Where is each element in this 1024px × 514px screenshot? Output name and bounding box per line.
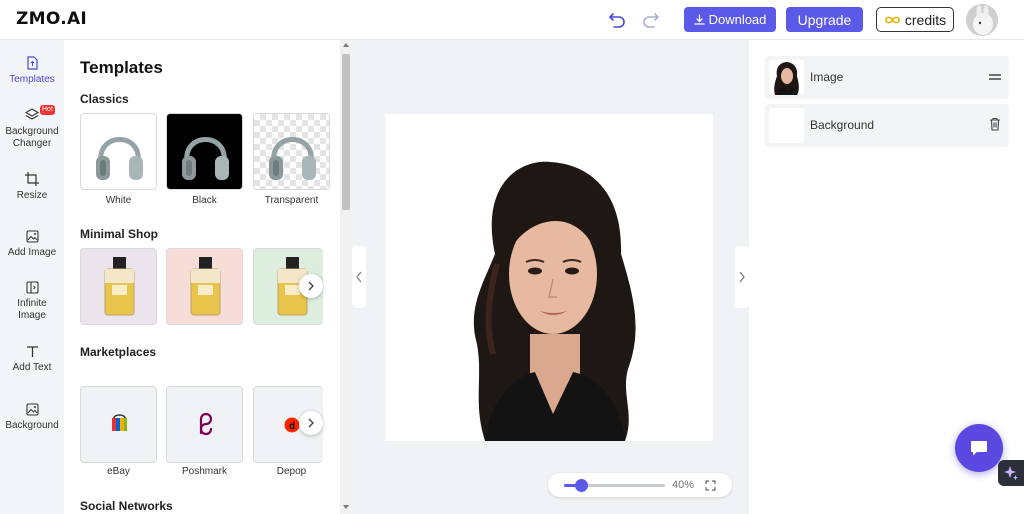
zoom-slider-handle[interactable] [574,479,588,492]
chevron-left-icon [356,271,362,283]
template-label: Black [192,195,217,206]
tool-infinite-image-label: Infinite Image [17,298,47,321]
drag-handle-icon[interactable] [989,73,1001,81]
zoom-control: 40% [548,473,732,497]
chevron-right-icon [308,281,314,291]
layer-item-background[interactable]: Background [765,104,1009,147]
text-icon [26,346,38,357]
perfume-image [104,257,135,316]
background-icon [25,403,39,416]
template-label: Depop [276,466,307,477]
tool-add-text[interactable]: Add Text [0,345,64,374]
template-label: eBay [107,466,130,477]
chevron-right-icon [739,271,745,283]
download-icon [693,14,705,25]
section-title-classics: Classics [80,92,129,106]
layer-name: Background [810,118,875,132]
marketplaces-next-button[interactable] [299,411,323,435]
zoom-level: 40% [672,479,695,491]
sparkle-icon [1004,466,1018,481]
section-title-social-networks: Social Networks [80,499,173,513]
layer-thumbnail [769,60,804,95]
template-ebay[interactable] [80,386,157,463]
fullscreen-icon[interactable] [705,480,716,491]
image-icon [25,230,39,243]
poshmark-logo-icon [199,412,213,436]
credits-label: credits [904,11,947,28]
hot-badge: Hot [40,105,55,115]
avatar-image [966,4,998,36]
collapse-left-panel-button[interactable] [352,246,366,308]
template-icon [26,56,38,70]
scroll-up-icon [343,43,349,47]
infinity-icon [885,16,900,23]
template-minimal-2[interactable] [166,248,243,325]
app-logo[interactable]: ZMO.AI [16,9,87,29]
chat-icon [971,441,987,456]
undo-icon [609,13,625,28]
template-label: White [105,195,132,206]
ai-assistant-button[interactable] [998,460,1024,486]
expand-icon [25,281,39,294]
tool-add-text-label: Add Text [12,362,52,373]
trash-icon[interactable] [989,117,1001,131]
chevron-right-icon [308,418,314,428]
layer-name: Image [810,70,844,84]
ebay-logo-icon [112,414,127,431]
tool-resize-label: Resize [16,190,48,201]
tool-add-image[interactable]: Add Image [0,230,64,259]
perfume-image [190,257,221,316]
headphones-image [182,137,229,180]
scroll-down-icon [343,505,349,509]
tool-background-label: Background [5,420,59,431]
template-transparent[interactable] [253,113,330,190]
tool-templates[interactable]: Templates [0,56,64,86]
headphones-image [96,137,143,180]
chat-button[interactable] [955,424,1003,472]
template-label: Transparent [264,195,319,206]
tool-infinite-image[interactable]: Infinite Image [0,281,64,322]
minimal-shop-next-button[interactable] [299,274,323,298]
top-bar: ZMO.AI Download Upgrade credits [0,0,1024,40]
collapse-right-panel-button[interactable] [735,246,749,308]
scrollbar-thumb[interactable] [342,54,350,210]
upgrade-button[interactable]: Upgrade [786,7,863,32]
layer-thumbnail [769,108,804,143]
template-black[interactable] [166,113,243,190]
credits-button[interactable]: credits [876,7,954,32]
tool-templates-label: Templates [9,74,55,85]
portrait-image[interactable] [385,114,713,441]
portrait-thumbnail [769,60,804,95]
undo-button[interactable] [606,9,628,31]
tool-background-changer-label: Background Changer [5,126,59,149]
tool-background-changer[interactable]: Hot Background Changer [0,105,64,150]
layers-icon [25,108,39,120]
redo-button[interactable] [640,9,662,31]
template-label: Poshmark [181,466,227,477]
download-label: Download [708,12,767,27]
tool-resize[interactable]: Resize [0,172,64,202]
template-white[interactable] [80,113,157,190]
section-title-marketplaces: Marketplaces [80,345,157,359]
crop-icon [25,172,39,186]
user-avatar[interactable] [966,4,998,36]
design-canvas[interactable] [385,114,713,441]
section-title-minimal-shop: Minimal Shop [80,227,158,241]
redo-icon [643,13,659,28]
svg-text:d: d [289,421,295,432]
templates-panel: Templates Classics White Black Transpare… [64,40,352,514]
headphones-image [269,137,316,180]
download-button[interactable]: Download [684,7,776,32]
template-poshmark[interactable] [166,386,243,463]
template-minimal-1[interactable] [80,248,157,325]
panel-title: Templates [80,58,163,77]
tool-background[interactable]: Background [0,403,64,432]
panel-scrollbar[interactable] [340,40,352,514]
left-toolbar: Templates Hot Background Changer Resize … [0,40,64,514]
layer-item-image[interactable]: Image [765,56,1009,99]
tool-add-image-label: Add Image [7,247,57,258]
